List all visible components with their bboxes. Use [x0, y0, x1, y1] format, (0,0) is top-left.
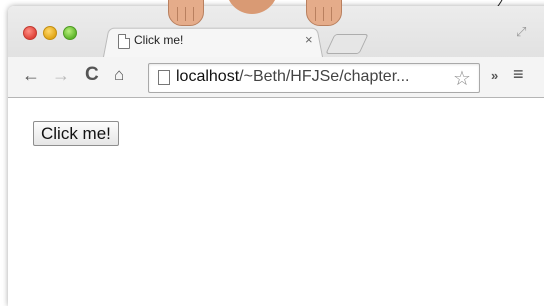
page-viewport: Click me! — [8, 98, 544, 306]
url-text[interactable]: localhost/~Beth/HFJSe/chapter... — [176, 68, 409, 86]
right-hand-illustration — [306, 0, 342, 26]
click-me-button[interactable]: Click me! — [33, 121, 119, 146]
minimize-window-button[interactable] — [43, 26, 57, 40]
page-icon — [118, 34, 130, 49]
left-hand-illustration — [168, 0, 204, 26]
home-icon[interactable]: ⌂ — [114, 66, 124, 84]
reload-icon[interactable]: C — [85, 65, 99, 84]
page-icon — [158, 70, 170, 85]
back-arrow-icon[interactable]: ← — [22, 66, 40, 84]
url-host: localhost — [176, 68, 240, 85]
face-illustration — [226, 0, 278, 14]
browser-window: Click me! × ⤢ ← → C ⌂ localhost/~Beth/HF… — [8, 6, 544, 306]
bookmark-star-icon[interactable]: ☆ — [453, 66, 471, 91]
zoom-window-button[interactable] — [63, 26, 77, 40]
url-path: /~Beth/HFJSe/chapter... — [239, 68, 410, 85]
menu-icon[interactable]: ≡ — [513, 64, 524, 85]
address-bar[interactable]: localhost/~Beth/HFJSe/chapter... ☆ — [148, 63, 480, 93]
fullscreen-icon[interactable]: ⤢ — [516, 24, 526, 40]
forward-arrow-icon[interactable]: → — [52, 66, 70, 84]
peeking-person-illustration — [168, 0, 358, 40]
browser-toolbar: ← → C ⌂ localhost/~Beth/HFJSe/chapter...… — [8, 57, 544, 97]
close-window-button[interactable] — [23, 26, 37, 40]
extensions-overflow-icon[interactable]: » — [491, 68, 498, 83]
